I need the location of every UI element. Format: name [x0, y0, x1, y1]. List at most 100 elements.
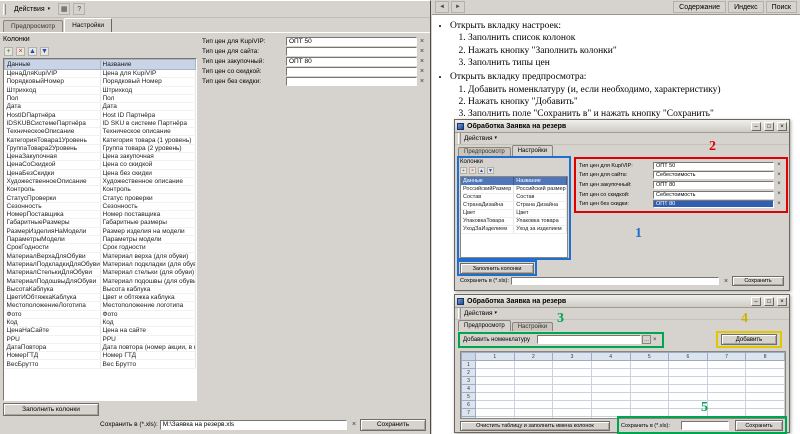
table-row[interactable]: ДатаПовтораДата повтора (номер акции, в … — [5, 343, 196, 351]
table-cell[interactable]: СтатусПроверки — [5, 194, 101, 202]
save-path-input[interactable]: M:\Заявка на резерв.xls — [160, 420, 347, 430]
table-row[interactable]: СтатусПроверкиСтатус проверки — [5, 194, 196, 202]
tab-preview[interactable]: Предпросмотр — [3, 20, 63, 32]
table-cell[interactable]: ВесБрутто — [5, 360, 101, 368]
table-cell[interactable]: Пол — [5, 94, 101, 102]
table-cell[interactable]: ДатаПовтора — [5, 343, 101, 351]
table-cell[interactable]: ТехническоеОписание — [5, 128, 101, 136]
table-cell[interactable]: Материал подошвы (для обуви) — [100, 277, 196, 285]
table-cell[interactable]: Художественное описание — [100, 177, 196, 185]
table-cell[interactable]: ГабаритныеРазмеры — [5, 219, 101, 227]
grid-view-icon[interactable]: ▦ — [58, 3, 70, 15]
table-cell[interactable]: Дата повтора (номер акции, в ко — [100, 343, 196, 351]
field-input[interactable]: ОПТ 50 — [286, 37, 417, 46]
field-input[interactable] — [286, 67, 417, 76]
table-cell[interactable]: Пол — [100, 94, 196, 102]
table-cell[interactable]: Цена для KupiVIP — [100, 70, 196, 78]
table-cell[interactable]: ID SKU в системе Партнёра — [100, 119, 196, 127]
table-cell[interactable]: СрокГодности — [5, 244, 101, 252]
table-row[interactable]: ТехническоеОписаниеТехническое описание — [5, 128, 196, 136]
table-cell[interactable]: ЦенаНаСайте — [5, 327, 101, 335]
table-row[interactable]: МатериалПодкладкиДляОбувиМатериал подкла… — [5, 260, 196, 268]
table-cell[interactable]: Сезонность — [5, 202, 101, 210]
table-cell[interactable]: МатериалВерхаДляОбуви — [5, 252, 101, 260]
table-row[interactable]: HostIDПартнёраHost ID Партнёра — [5, 111, 196, 119]
table-row[interactable]: ЦенаНаСайтеЦена на сайте — [5, 327, 196, 335]
table-row[interactable]: ХудожественноеОписаниеХудожественное опи… — [5, 177, 196, 185]
table-cell[interactable]: Габаритные размеры — [100, 219, 196, 227]
table-row[interactable]: МатериалВерхаДляОбувиМатериал верха (для… — [5, 252, 196, 260]
table-cell[interactable]: Параметры модели — [100, 235, 196, 243]
field-input[interactable] — [286, 77, 417, 86]
table-row[interactable]: ЦенаБезСкидкиЦена без скидки — [5, 169, 196, 177]
clear-icon[interactable]: × — [418, 37, 426, 46]
table-cell[interactable]: Статус проверки — [100, 194, 196, 202]
clear-icon[interactable]: × — [350, 420, 358, 429]
back-icon[interactable]: ◄ — [435, 1, 449, 13]
table-cell[interactable]: ЦветИОбтяжкаКаблука — [5, 294, 101, 302]
actions-menu[interactable]: Действия ▾ — [9, 5, 55, 14]
table-row[interactable]: ВысотаКаблукаВысота каблука — [5, 285, 196, 293]
table-cell[interactable]: ЦенаЗакупочная — [5, 152, 101, 160]
field-input[interactable]: ОПТ 80 — [286, 57, 417, 66]
clear-icon[interactable]: × — [418, 57, 426, 66]
table-row[interactable]: ШтрихкодШтрихкод — [5, 86, 196, 94]
table-cell[interactable]: ПараметрыМодели — [5, 235, 101, 243]
table-cell[interactable]: МатериалПодошвыДляОбуви — [5, 277, 101, 285]
table-row[interactable]: ВесБруттоВес Брутто — [5, 360, 196, 368]
table-cell[interactable]: Код — [100, 318, 196, 326]
table-row[interactable]: МатериалПодошвыДляОбувиМатериал подошвы … — [5, 277, 196, 285]
table-cell[interactable]: Цена со скидкой — [100, 161, 196, 169]
table-cell[interactable]: Материал подкладки (для обуви) — [100, 260, 196, 268]
table-row[interactable]: PPUPPU — [5, 335, 196, 343]
fill-columns-button[interactable]: Заполнить колонки — [3, 403, 99, 416]
table-cell[interactable]: МестоположениеЛоготипа — [5, 302, 101, 310]
table-cell[interactable]: Сезонность — [100, 202, 196, 210]
table-row[interactable]: НомерПоставщикаНомер поставщика — [5, 211, 196, 219]
table-cell[interactable]: Материал верха (для обуви) — [100, 252, 196, 260]
index-button[interactable]: Индекс — [728, 1, 764, 13]
table-row[interactable]: ЦветИОбтяжкаКаблукаЦвет и обтяжка каблук… — [5, 294, 196, 302]
table-cell[interactable]: HostIDПартнёра — [5, 111, 101, 119]
table-cell[interactable]: Дата — [100, 103, 196, 111]
table-row[interactable]: ПараметрыМоделиПараметры модели — [5, 235, 196, 243]
table-cell[interactable]: Размер изделия на модели — [100, 227, 196, 235]
table-row[interactable]: РазмерИзделияНаМоделиРазмер изделия на м… — [5, 227, 196, 235]
field-input[interactable] — [286, 47, 417, 56]
table-row[interactable]: ГабаритныеРазмерыГабаритные размеры — [5, 219, 196, 227]
table-row[interactable]: ГруппаТовара2УровеньГруппа товара (2 уро… — [5, 144, 196, 152]
table-row[interactable]: КодКод — [5, 318, 196, 326]
table-cell[interactable]: Цена на сайте — [100, 327, 196, 335]
save-button[interactable]: Сохранить — [360, 419, 426, 431]
table-cell[interactable]: IDSKUВСистемеПартнёра — [5, 119, 101, 127]
table-cell[interactable]: Номер ГТД — [100, 352, 196, 360]
table-row[interactable]: МатериалСтелькиДляОбувиМатериал стельки … — [5, 269, 196, 277]
table-cell[interactable]: НомерПоставщика — [5, 211, 101, 219]
table-cell[interactable]: ЦенаБезСкидки — [5, 169, 101, 177]
help-icon[interactable]: ? — [73, 3, 85, 15]
table-cell[interactable]: Материал стельки (для обуви) — [100, 269, 196, 277]
table-row[interactable]: СезонностьСезонность — [5, 202, 196, 210]
table-row[interactable]: СрокГодностиСрок годности — [5, 244, 196, 252]
table-cell[interactable]: ХудожественноеОписание — [5, 177, 101, 185]
search-button[interactable]: Поиск — [766, 1, 797, 13]
tab-settings[interactable]: Настройки — [64, 18, 112, 32]
table-cell[interactable]: PPU — [100, 335, 196, 343]
forward-icon[interactable]: ► — [451, 1, 465, 13]
table-cell[interactable]: Дата — [5, 103, 101, 111]
move-up-icon[interactable]: ▲ — [28, 47, 37, 56]
table-cell[interactable]: Фото — [100, 310, 196, 318]
table-row[interactable]: ЦенаСоСкидкойЦена со скидкой — [5, 161, 196, 169]
table-cell[interactable]: Местоположение логотипа — [100, 302, 196, 310]
table-cell[interactable]: Порядковый Номер — [100, 78, 196, 86]
clear-icon[interactable]: × — [418, 67, 426, 76]
table-row[interactable]: НомерГТДНомер ГТД — [5, 352, 196, 360]
table-cell[interactable]: Цена закупочная — [100, 152, 196, 160]
table-row[interactable]: ПолПол — [5, 94, 196, 102]
table-cell[interactable]: Цена без скидки — [100, 169, 196, 177]
table-cell[interactable]: Вес Брутто — [100, 360, 196, 368]
contents-button[interactable]: Содержание — [673, 1, 726, 13]
table-row[interactable]: ДатаДата — [5, 103, 196, 111]
table-cell[interactable]: Фото — [5, 310, 101, 318]
table-cell[interactable]: Группа товара (2 уровень) — [100, 144, 196, 152]
